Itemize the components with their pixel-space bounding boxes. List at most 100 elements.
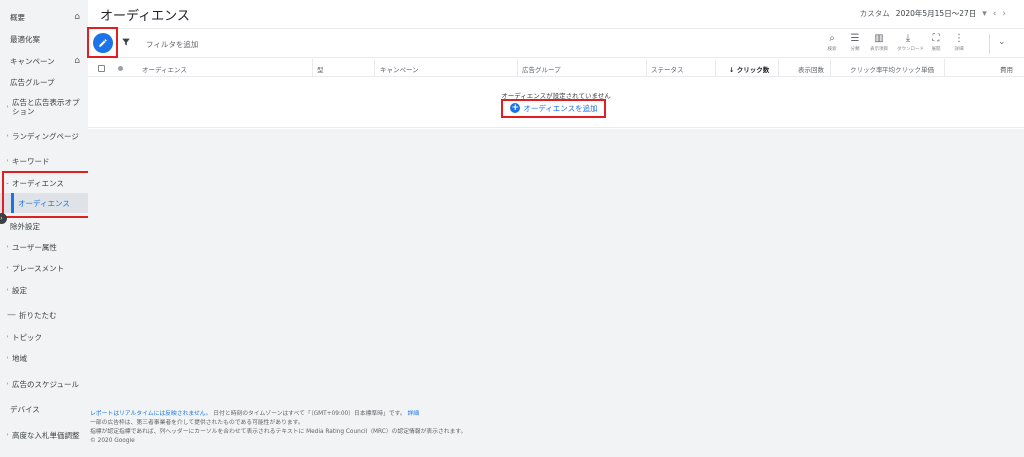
segment-icon: ☰ xyxy=(850,33,860,44)
sidebar-item-label: ユーザー属性 xyxy=(12,242,57,252)
highlight-box-sidebar xyxy=(2,171,93,218)
copyright: © 2020 Google xyxy=(90,438,135,444)
sidebar-item-recommendations[interactable]: 最適化案 xyxy=(0,33,88,45)
column-header-ad-group[interactable]: 広告グループ xyxy=(522,64,561,74)
sidebar-item-demographics[interactable]: › ユーザー属性 xyxy=(0,241,88,253)
sidebar-item-label: デバイス xyxy=(10,404,40,414)
sidebar-item-landing-pages[interactable]: › ランディングページ xyxy=(0,126,88,146)
sidebar-item-devices[interactable]: デバイス xyxy=(0,403,88,415)
sidebar-item-label: 広告のスケジュール xyxy=(12,379,79,389)
sidebar-item-label: 地域 xyxy=(12,353,27,363)
mrc-notice: 指標が認定指標であれば、列ヘッダーにカーソルを合わせて表示されるテキストに Me… xyxy=(90,429,467,435)
sidebar-item-exclusions[interactable]: 除外設定 xyxy=(0,220,88,232)
sidebar-collapse-toggle[interactable]: — 折りたたむ xyxy=(0,309,88,321)
tool-label: 表示項目 xyxy=(870,47,888,52)
footer: レポートはリアルタイムには反映されません。 日付と時刻のタイムゾーンはすべて「（… xyxy=(90,410,466,446)
more-icon: ⋮ xyxy=(954,33,964,44)
column-separator xyxy=(778,59,779,77)
chevron-right-icon: › xyxy=(6,243,9,250)
sidebar: 概要 ⌂ 最適化案 キャンペーン ⌂ 広告グループ › 広告と広告表示オプション… xyxy=(0,0,93,457)
date-range-selector[interactable]: カスタム 2020年5月15日〜27日 ▾ ‹ › xyxy=(860,8,1006,19)
home-icon: ⌂ xyxy=(74,55,80,66)
inventory-notice: 一部の広告枠は、第三者事業者を介して提供されたものである可能性があります。 xyxy=(90,420,304,426)
column-separator xyxy=(830,59,831,77)
tool-label: 展開 xyxy=(931,47,941,52)
toolbar-divider xyxy=(989,34,990,54)
main-content: オーディエンス カスタム 2020年5月15日〜27日 ▾ ‹ › フィルタを追… xyxy=(87,0,1024,457)
toolbar: フィルタを追加 ⌕ 検索 ☰ 分類 ▥ 表示項目 ⤓ ダウンロード ⛶ 展開 ⋮… xyxy=(87,27,1024,58)
filter-icon[interactable] xyxy=(121,37,131,47)
chevron-right-icon: › xyxy=(6,333,9,340)
chevron-left-icon[interactable]: ‹ xyxy=(993,9,997,19)
sidebar-item-label: 折りたたむ xyxy=(19,310,57,320)
date-prefix: カスタム xyxy=(859,9,890,18)
sidebar-item-label: トピック xyxy=(12,332,42,342)
segment-tool[interactable]: ☰ 分類 xyxy=(844,33,866,52)
sidebar-item-label: プレースメント xyxy=(12,263,65,273)
column-header-ctr[interactable]: クリック率 xyxy=(850,64,883,74)
filter-input[interactable]: フィルタを追加 xyxy=(146,39,198,50)
sidebar-item-settings[interactable]: › 設定 xyxy=(0,284,88,296)
chevron-right-icon: › xyxy=(6,264,9,271)
sidebar-item-label: 高度な入札単価調整 xyxy=(12,430,80,440)
chevron-right-icon: › xyxy=(6,286,9,293)
sidebar-item-label: 広告グループ xyxy=(10,77,55,87)
realtime-notice-link[interactable]: レポートはリアルタイムには反映されません。 xyxy=(90,411,211,417)
download-tool[interactable]: ⤓ ダウンロード xyxy=(897,33,924,52)
column-header-impressions[interactable]: 表示回数 xyxy=(798,64,824,74)
details-link[interactable]: 詳細 xyxy=(407,411,419,417)
page-header: オーディエンス カスタム 2020年5月15日〜27日 ▾ ‹ › xyxy=(88,0,1024,29)
tool-label: 検索 xyxy=(827,47,837,52)
search-tool[interactable]: ⌕ 検索 xyxy=(821,33,843,52)
sidebar-item-label: 広告と広告表示オプション xyxy=(12,98,80,116)
select-all-checkbox[interactable] xyxy=(98,65,105,72)
sidebar-item-keywords[interactable]: › キーワード xyxy=(0,155,88,167)
chevron-right-icon[interactable]: › xyxy=(1002,9,1006,19)
home-icon: ⌂ xyxy=(74,11,80,22)
search-icon: ⌕ xyxy=(829,33,835,44)
empty-state: オーディエンスが設定されていません + オーディエンスを追加 xyxy=(88,78,1024,128)
sidebar-item-locations[interactable]: › 地域 xyxy=(0,352,88,364)
chevron-right-icon: › xyxy=(6,354,9,361)
fullscreen-tool[interactable]: ⛶ 展開 xyxy=(925,33,947,52)
more-tool[interactable]: ⋮ 詳細 xyxy=(948,33,970,52)
table-header: オーディエンス 型 キャンペーン 広告グループ ステータス ↓ クリック数 表示… xyxy=(88,59,1024,77)
columns-tool[interactable]: ▥ 表示項目 xyxy=(868,33,890,52)
sidebar-item-bid-adjustments[interactable]: › 高度な入札単価調整 xyxy=(0,425,88,445)
timezone-notice: 日付と時刻のタイムゾーンはすべて「（GMT+09:00）日本標準時」です。 xyxy=(211,411,406,417)
column-header-status[interactable]: ステータス xyxy=(651,64,684,74)
chevron-down-icon[interactable]: ⌄ xyxy=(998,37,1006,47)
tool-label: 分類 xyxy=(850,47,860,52)
column-separator xyxy=(944,59,945,77)
chevron-right-icon: › xyxy=(6,103,9,110)
download-icon: ⤓ xyxy=(905,33,911,44)
chevron-right-icon: › xyxy=(6,157,9,164)
sidebar-item-ad-schedule[interactable]: › 広告のスケジュール xyxy=(0,374,88,394)
column-header-audience[interactable]: オーディエンス xyxy=(142,64,187,74)
sidebar-item-topics[interactable]: › トピック xyxy=(0,331,88,343)
content-background xyxy=(88,129,1024,457)
columns-icon: ▥ xyxy=(874,33,884,44)
chevron-right-icon: › xyxy=(6,380,9,387)
column-header-clicks[interactable]: ↓ クリック数 xyxy=(729,64,769,74)
sidebar-item-label: 除外設定 xyxy=(10,221,40,231)
column-header-campaign[interactable]: キャンペーン xyxy=(380,64,419,74)
column-separator xyxy=(374,59,375,77)
column-header-avg-cpc[interactable]: 平均クリック単価 xyxy=(882,64,934,74)
sidebar-item-overview[interactable]: 概要 ⌂ xyxy=(0,11,88,23)
column-separator xyxy=(517,59,518,77)
dropdown-icon[interactable]: ▾ xyxy=(982,9,987,19)
column-separator xyxy=(715,59,716,77)
tool-label: 詳細 xyxy=(954,47,964,52)
sidebar-item-ad-groups[interactable]: 広告グループ xyxy=(0,76,88,88)
sidebar-item-ads-extensions[interactable]: › 広告と広告表示オプション xyxy=(0,97,88,117)
sidebar-item-campaigns[interactable]: キャンペーン ⌂ xyxy=(0,55,88,67)
chevron-right-icon: › xyxy=(6,132,9,139)
column-header-cost[interactable]: 費用 xyxy=(1000,64,1013,74)
column-header-type[interactable]: 型 xyxy=(317,64,324,74)
column-separator xyxy=(312,59,313,77)
sidebar-item-placements[interactable]: › プレースメント xyxy=(0,262,88,274)
sidebar-item-label: 最適化案 xyxy=(10,34,40,44)
tool-label: ダウンロード xyxy=(897,47,924,52)
date-range: 2020年5月15日〜27日 xyxy=(895,9,977,18)
